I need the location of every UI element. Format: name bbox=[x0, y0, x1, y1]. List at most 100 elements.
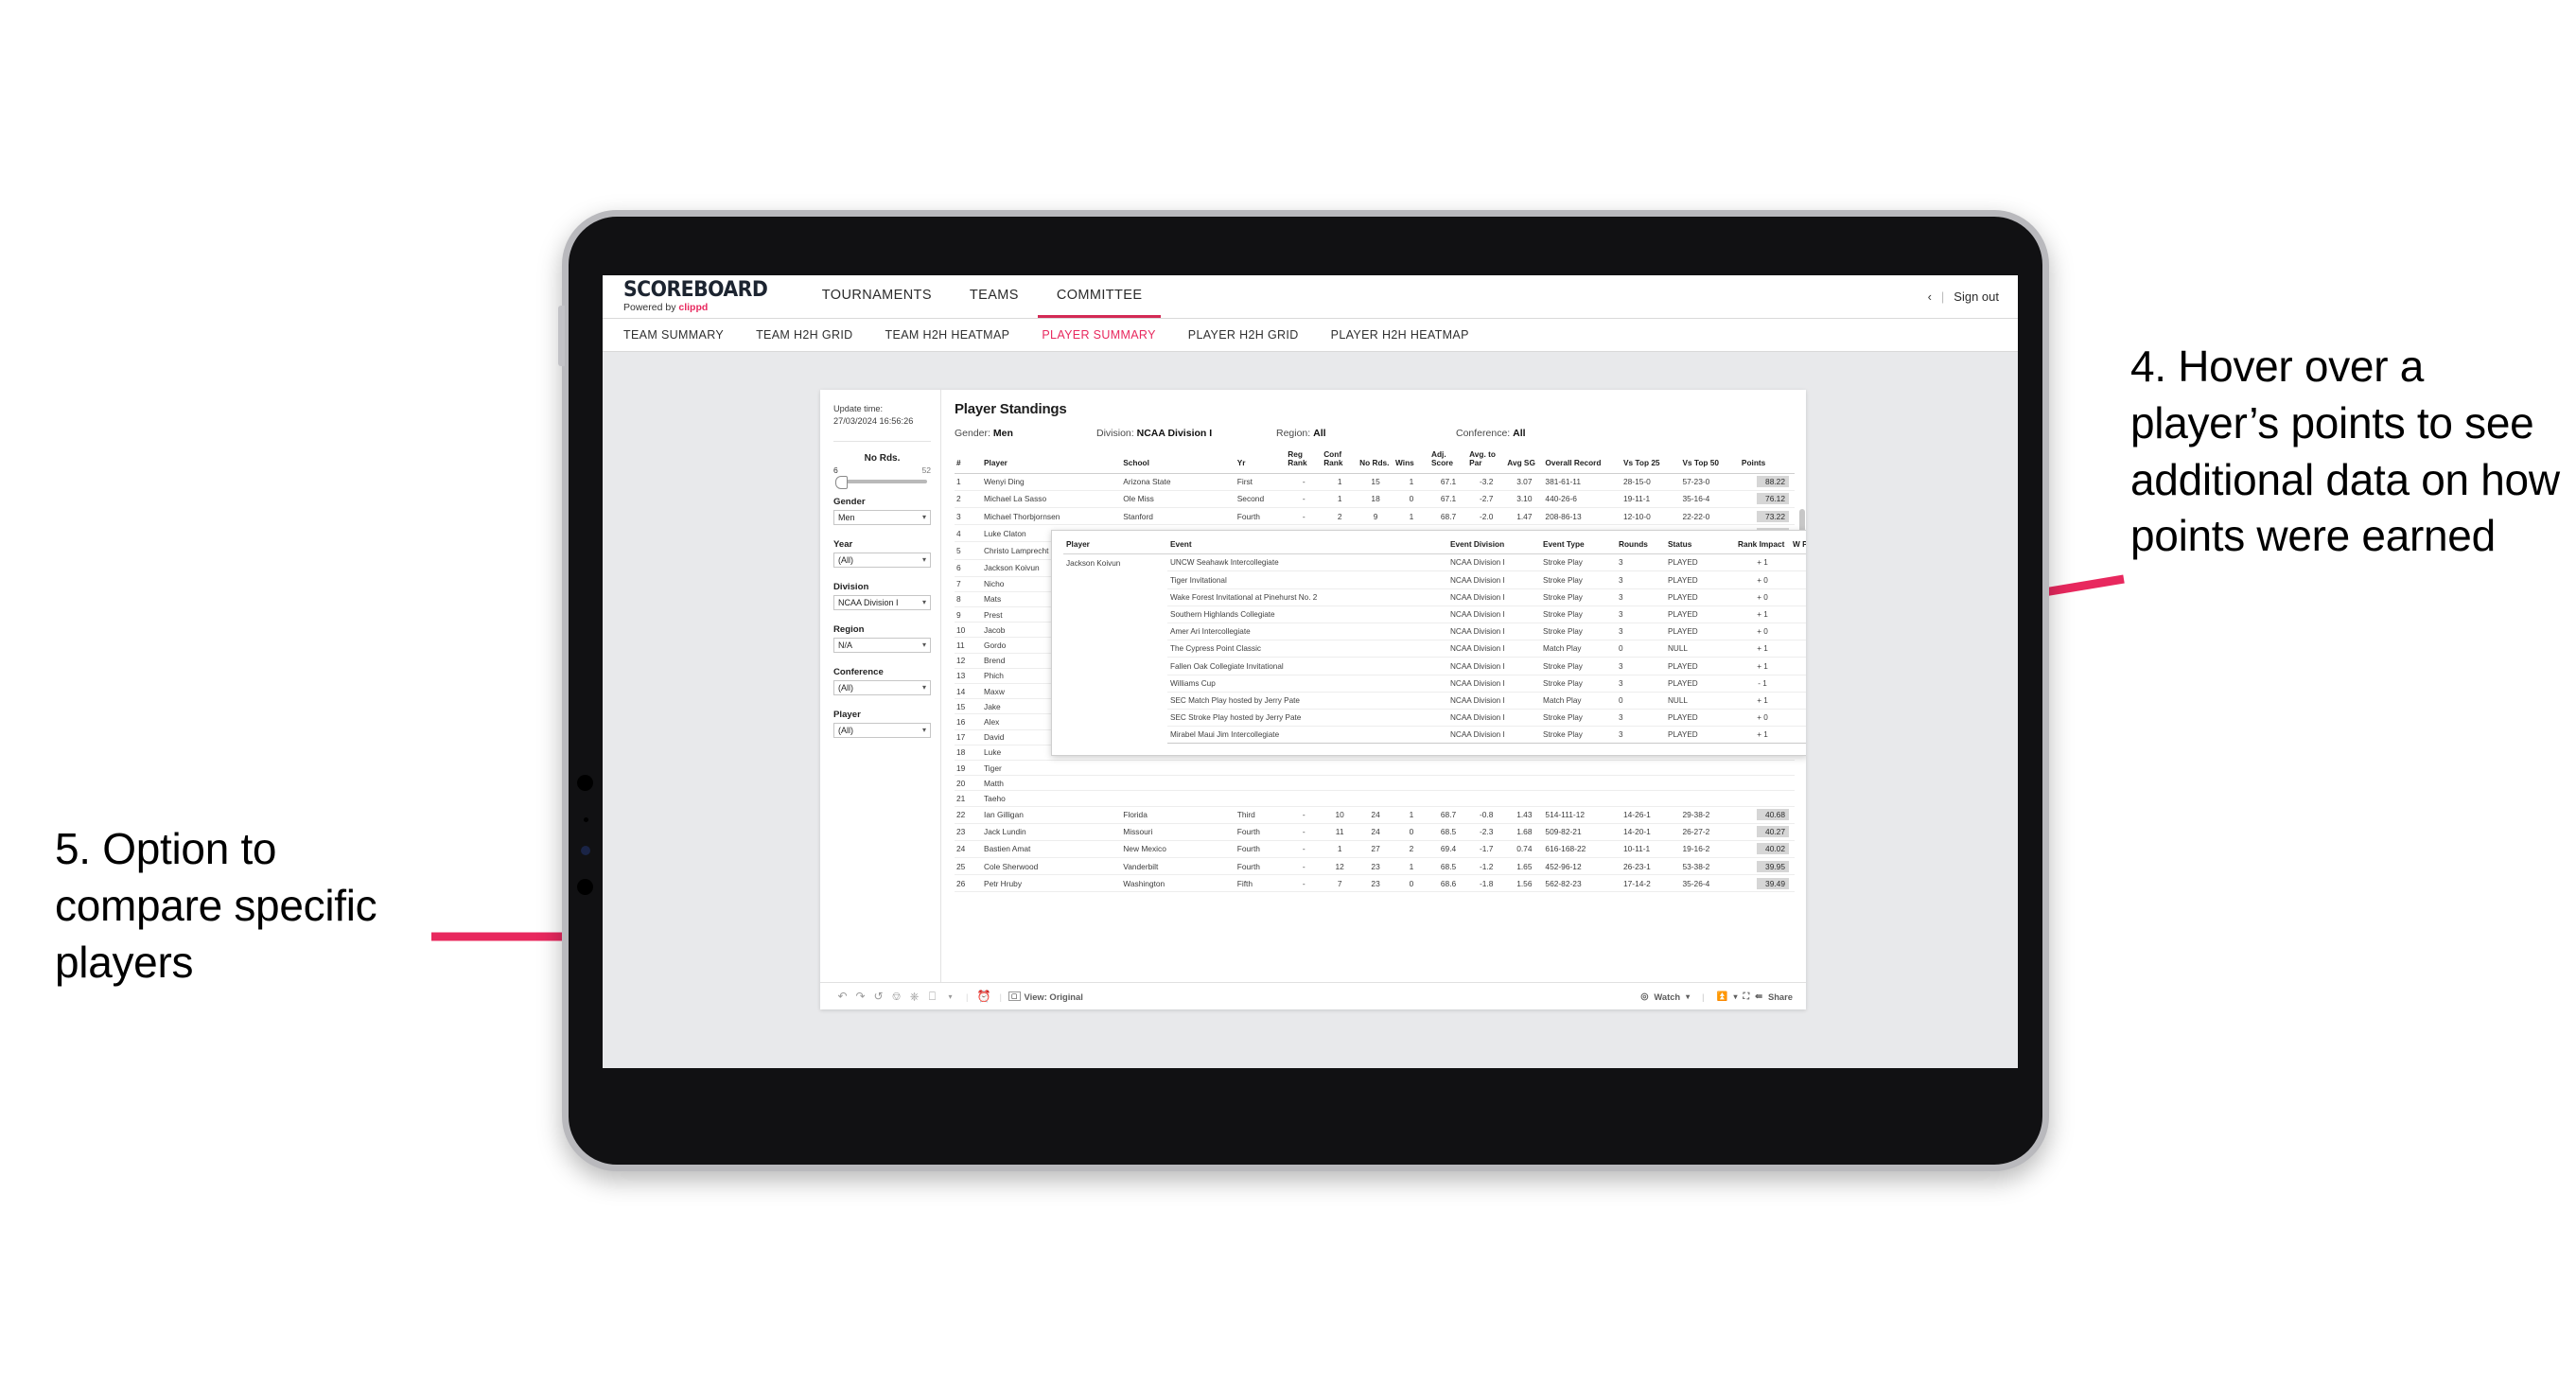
filter-conference-select[interactable]: (All) bbox=[833, 679, 931, 695]
col-wins[interactable]: Wins bbox=[1393, 448, 1429, 474]
col-adj-score[interactable]: Adj. Score bbox=[1428, 448, 1468, 474]
cell-pts[interactable]: 40.02 bbox=[1739, 840, 1795, 859]
subnav-player-h2h-heatmap[interactable]: PLAYER H2H HEATMAP bbox=[1331, 328, 1469, 342]
cell-sg: 1.43 bbox=[1505, 806, 1544, 824]
col-player[interactable]: Player bbox=[982, 448, 1122, 474]
col-vs-top-25[interactable]: Vs Top 25 bbox=[1621, 448, 1681, 474]
cell-wins bbox=[1393, 775, 1429, 792]
chevron-down-icon[interactable]: ▾ bbox=[941, 992, 959, 1001]
table-row[interactable]: 24 Bastien Amat New Mexico Fourth -1 27 2 69.4-… bbox=[955, 840, 1795, 859]
table-row[interactable]: 22 Ian Gilligan Florida Third -10 24 1 68.7 -0.8… bbox=[955, 806, 1795, 824]
filter-region-select[interactable]: N/A bbox=[833, 637, 931, 653]
table-row[interactable]: 3 Michael Thorbjornsen Stanford Fourth -2 9 1 6… bbox=[955, 507, 1795, 526]
filter-player-select[interactable]: (All) bbox=[833, 722, 931, 738]
table-row[interactable]: 26 Petr Hruby Washington Fifth -7 23 0 68.6 -1.8… bbox=[955, 874, 1795, 893]
nav-teams[interactable]: TEAMS bbox=[951, 275, 1038, 318]
col-reg-rank[interactable]: Reg Rank bbox=[1286, 448, 1323, 474]
table-row[interactable]: 19 Tiger bbox=[955, 760, 1795, 777]
table-row[interactable]: 20 Matth bbox=[955, 775, 1795, 792]
no-rds-slider[interactable]: No Rds. 6 52 bbox=[833, 453, 931, 489]
cell-pts[interactable]: 40.68 bbox=[1739, 806, 1795, 824]
cell-pts[interactable]: 73.22 bbox=[1739, 507, 1795, 526]
view-original-button[interactable]: ▢ View: Original bbox=[1008, 991, 1083, 1002]
cell-t25: 28-15-0 bbox=[1621, 473, 1681, 491]
annotation-right: 4. Hover over a player’s points to see a… bbox=[2130, 342, 2560, 561]
tooltip-cell-type: Stroke Play bbox=[1540, 726, 1616, 745]
cell-pts[interactable] bbox=[1739, 775, 1795, 792]
slider-track[interactable] bbox=[835, 475, 927, 489]
points-value[interactable]: 39.95 bbox=[1757, 860, 1789, 872]
col-no-rds[interactable]: No Rds. bbox=[1358, 448, 1394, 474]
tooltip-cell-player bbox=[1063, 727, 1167, 744]
cell-par: -2.0 bbox=[1467, 507, 1506, 526]
fullscreen-icon[interactable]: ⛶ bbox=[1744, 991, 1750, 1002]
table-row[interactable]: 21 Taeho bbox=[955, 790, 1795, 807]
undo-icon[interactable]: ↶ bbox=[833, 990, 851, 1003]
tooltip-cell-pts: 47.57 bbox=[1790, 623, 1806, 641]
cell-pts[interactable]: 39.95 bbox=[1739, 857, 1795, 876]
points-value[interactable]: 40.02 bbox=[1757, 843, 1789, 855]
cell-pts[interactable]: 76.12 bbox=[1739, 490, 1795, 508]
filter-division-select[interactable]: NCAA Division I bbox=[833, 594, 931, 610]
table-row[interactable]: 23 Jack Lundin Missouri Fourth -11 24 0 68.5 -2.… bbox=[955, 823, 1795, 841]
subnav-team-h2h-grid[interactable]: TEAM H2H GRID bbox=[756, 328, 852, 342]
col-conf-rank[interactable]: Conf Rank bbox=[1322, 448, 1358, 474]
filter-year-select[interactable]: (All) bbox=[833, 552, 931, 568]
points-value[interactable]: 40.27 bbox=[1757, 826, 1789, 838]
pause-icon[interactable]: ⎈ bbox=[905, 990, 923, 1004]
nav-committee[interactable]: COMMITTEE bbox=[1037, 275, 1162, 318]
refresh-icon[interactable]: ⎊ bbox=[887, 990, 905, 1004]
cell-par: -2.7 bbox=[1467, 490, 1506, 508]
subnav-player-h2h-grid[interactable]: PLAYER H2H GRID bbox=[1188, 328, 1299, 342]
points-value[interactable]: 88.22 bbox=[1757, 476, 1789, 488]
download-icon[interactable]: ⏫ bbox=[1717, 991, 1728, 1002]
tooltip-row: Jackson Koivun UNCW Seahawk Intercollegia… bbox=[1063, 553, 1806, 572]
points-value[interactable]: 39.49 bbox=[1757, 877, 1789, 889]
watch-label[interactable]: Watch bbox=[1654, 991, 1680, 1002]
chevron-left-icon[interactable]: ‹ bbox=[1928, 289, 1932, 304]
redo-icon[interactable]: ↷ bbox=[851, 990, 869, 1003]
col-avg-sg[interactable]: Avg SG bbox=[1505, 448, 1544, 474]
col-yr[interactable]: Yr bbox=[1235, 448, 1287, 474]
tooltip-head: Player Event Event Division Event Type R… bbox=[1063, 538, 1806, 555]
table-row[interactable]: 1 Wenyi Ding Arizona State First -1 15 1 67.1 -3… bbox=[955, 473, 1795, 491]
device-icon[interactable]: ⎕ bbox=[923, 990, 941, 1004]
cell-pts[interactable]: 88.22 bbox=[1739, 473, 1795, 491]
subnav-player-summary[interactable]: PLAYER SUMMARY bbox=[1042, 328, 1155, 342]
cell-pts[interactable]: 39.49 bbox=[1739, 874, 1795, 893]
col-overall-record[interactable]: Overall Record bbox=[1543, 448, 1621, 474]
table-row[interactable]: 25 Cole Sherwood Vanderbilt Fourth -12 23 1 68.… bbox=[955, 857, 1795, 876]
cell-pts[interactable] bbox=[1739, 760, 1795, 777]
cell-rec: 381-61-11 bbox=[1543, 473, 1621, 491]
cell-pts[interactable] bbox=[1739, 790, 1795, 807]
cell-reg: - bbox=[1286, 823, 1323, 841]
cell-adj bbox=[1428, 760, 1468, 777]
nav-tournaments[interactable]: TOURNAMENTS bbox=[803, 275, 951, 318]
tooltip-cell-impact: + 1 bbox=[1735, 657, 1790, 675]
subnav-team-summary[interactable]: TEAM SUMMARY bbox=[623, 328, 724, 342]
cell-sg: 0.74 bbox=[1505, 840, 1544, 859]
clock-icon[interactable]: ⏰ bbox=[974, 990, 992, 1003]
cell-n: 20 bbox=[955, 775, 982, 792]
points-value[interactable]: 40.68 bbox=[1757, 809, 1789, 821]
points-value[interactable]: 76.12 bbox=[1757, 493, 1789, 505]
table-row[interactable]: 2 Michael La Sasso Ole Miss Second -1 18 0 67.1… bbox=[955, 490, 1795, 508]
revert-icon[interactable]: ↺ bbox=[869, 990, 887, 1003]
cell-yr: Fifth bbox=[1235, 874, 1287, 893]
col-school[interactable]: School bbox=[1121, 448, 1235, 474]
cell-pts[interactable]: 40.27 bbox=[1739, 823, 1795, 841]
chevron-down-icon[interactable]: ▾ bbox=[1686, 992, 1690, 1001]
cell-par: -2.3 bbox=[1467, 823, 1506, 841]
points-value[interactable]: 73.22 bbox=[1757, 510, 1789, 522]
brand-logo[interactable]: SCOREBOARD Powered by clippd bbox=[603, 280, 803, 313]
col-avg-to-par[interactable]: Avg. to Par bbox=[1467, 448, 1506, 474]
subnav-team-h2h-heatmap[interactable]: TEAM H2H HEATMAP bbox=[885, 328, 1010, 342]
filter-gender-select[interactable]: Men bbox=[833, 509, 931, 525]
slider-handle[interactable] bbox=[835, 475, 848, 489]
sign-out-link[interactable]: Sign out bbox=[1954, 289, 1999, 304]
share-label[interactable]: Share bbox=[1768, 991, 1793, 1002]
col-points[interactable]: Points bbox=[1739, 448, 1795, 474]
meta-division-key: Division: bbox=[1096, 428, 1134, 439]
col-vs-top-50[interactable]: Vs Top 50 bbox=[1680, 448, 1740, 474]
chevron-down-icon[interactable]: ▾ bbox=[1733, 992, 1737, 1001]
